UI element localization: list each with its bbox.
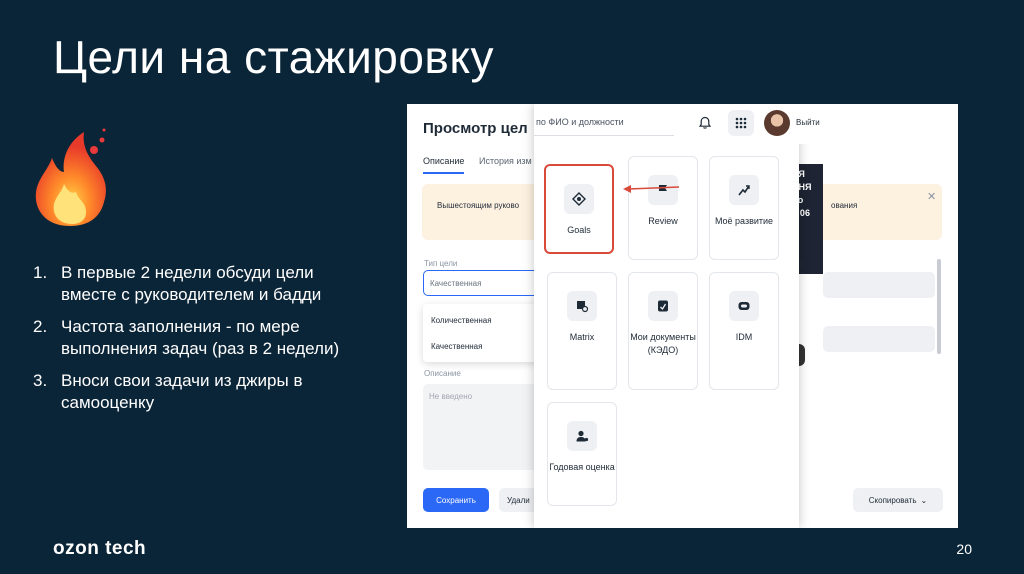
- matrix-search-icon: [567, 291, 597, 321]
- description-field[interactable]: Не введено: [423, 384, 543, 470]
- idm-icon: [729, 291, 759, 321]
- copy-button[interactable]: Скопировать ⌄: [853, 488, 943, 512]
- app-screenshot: Просмотр цел ✕ Описание История изм Выше…: [407, 104, 958, 528]
- goal-type-label: Тип цели: [424, 259, 458, 268]
- app-tile-label: Моё развитие: [714, 216, 774, 226]
- notice-text: Вышестоящим руково: [437, 201, 520, 210]
- app-tile-review[interactable]: Review: [628, 156, 698, 260]
- notice-text-right: ования: [831, 201, 858, 210]
- field-right[interactable]: [823, 272, 935, 298]
- steps-list: 1. В первые 2 недели обсуди цели вместе с…: [33, 262, 363, 424]
- delete-button[interactable]: Удали: [499, 488, 539, 512]
- app-tile-label: IDM: [735, 332, 753, 342]
- top-bar: по ФИО и должности Выйти: [534, 104, 958, 144]
- app-tile-idm[interactable]: IDM: [709, 272, 779, 390]
- tab-history[interactable]: История изм: [479, 156, 532, 166]
- target-icon: [564, 184, 594, 214]
- avatar[interactable]: [764, 110, 790, 136]
- app-tile-label: Goals: [567, 225, 591, 235]
- save-button[interactable]: Сохранить: [423, 488, 489, 512]
- logout-link[interactable]: Выйти: [796, 118, 820, 127]
- bell-icon[interactable]: [692, 110, 718, 136]
- app-tile-label: Мои документы (КЭДО): [630, 332, 696, 355]
- chevron-down-icon: ⌄: [920, 495, 928, 505]
- document-icon: [648, 291, 678, 321]
- description-label: Описание: [424, 369, 461, 378]
- app-tile-goals[interactable]: Goals: [544, 164, 614, 254]
- scrollbar[interactable]: [937, 259, 941, 354]
- app-tile-my-development[interactable]: Моё развитие: [709, 156, 779, 260]
- field-right[interactable]: [823, 326, 935, 352]
- app-tile-annual-review[interactable]: Годовая оценка: [547, 402, 617, 506]
- list-item: 2. Частота заполнения - по мере выполнени…: [33, 317, 340, 358]
- close-icon[interactable]: ✕: [927, 190, 936, 203]
- app-tile-label: Matrix: [569, 332, 595, 342]
- company-logo: ozon tech: [53, 538, 147, 559]
- user-star-icon: [567, 421, 597, 451]
- page-number: 20: [956, 541, 972, 557]
- dropdown-option[interactable]: Количественная: [431, 316, 492, 325]
- dropdown-option[interactable]: Качественная: [431, 342, 482, 351]
- fire-icon: [35, 128, 106, 226]
- apps-grid-icon[interactable]: [728, 110, 754, 136]
- search-input[interactable]: по ФИО и должности: [534, 112, 674, 136]
- goal-view-title: Просмотр цел: [423, 120, 528, 137]
- app-tile-label: Review: [648, 216, 678, 226]
- app-tile-my-documents[interactable]: Мои документы (КЭДО): [628, 272, 698, 390]
- slide-title: Цели на стажировку: [53, 31, 495, 83]
- growth-icon: [729, 175, 759, 205]
- arrow-icon: [623, 185, 680, 193]
- list-item: 1. В первые 2 недели обсуди цели вместе с…: [33, 263, 322, 304]
- app-tile-label: Годовая оценка: [549, 462, 615, 472]
- goal-type-dropdown: Количественная Качественная: [423, 304, 543, 362]
- list-item: 3. Вноси свои задачи из джиры в самооценк…: [33, 371, 303, 412]
- app-tile-matrix[interactable]: Matrix: [547, 272, 617, 390]
- goal-type-select[interactable]: Качественная: [423, 270, 543, 296]
- tab-description[interactable]: Описание: [423, 156, 465, 174]
